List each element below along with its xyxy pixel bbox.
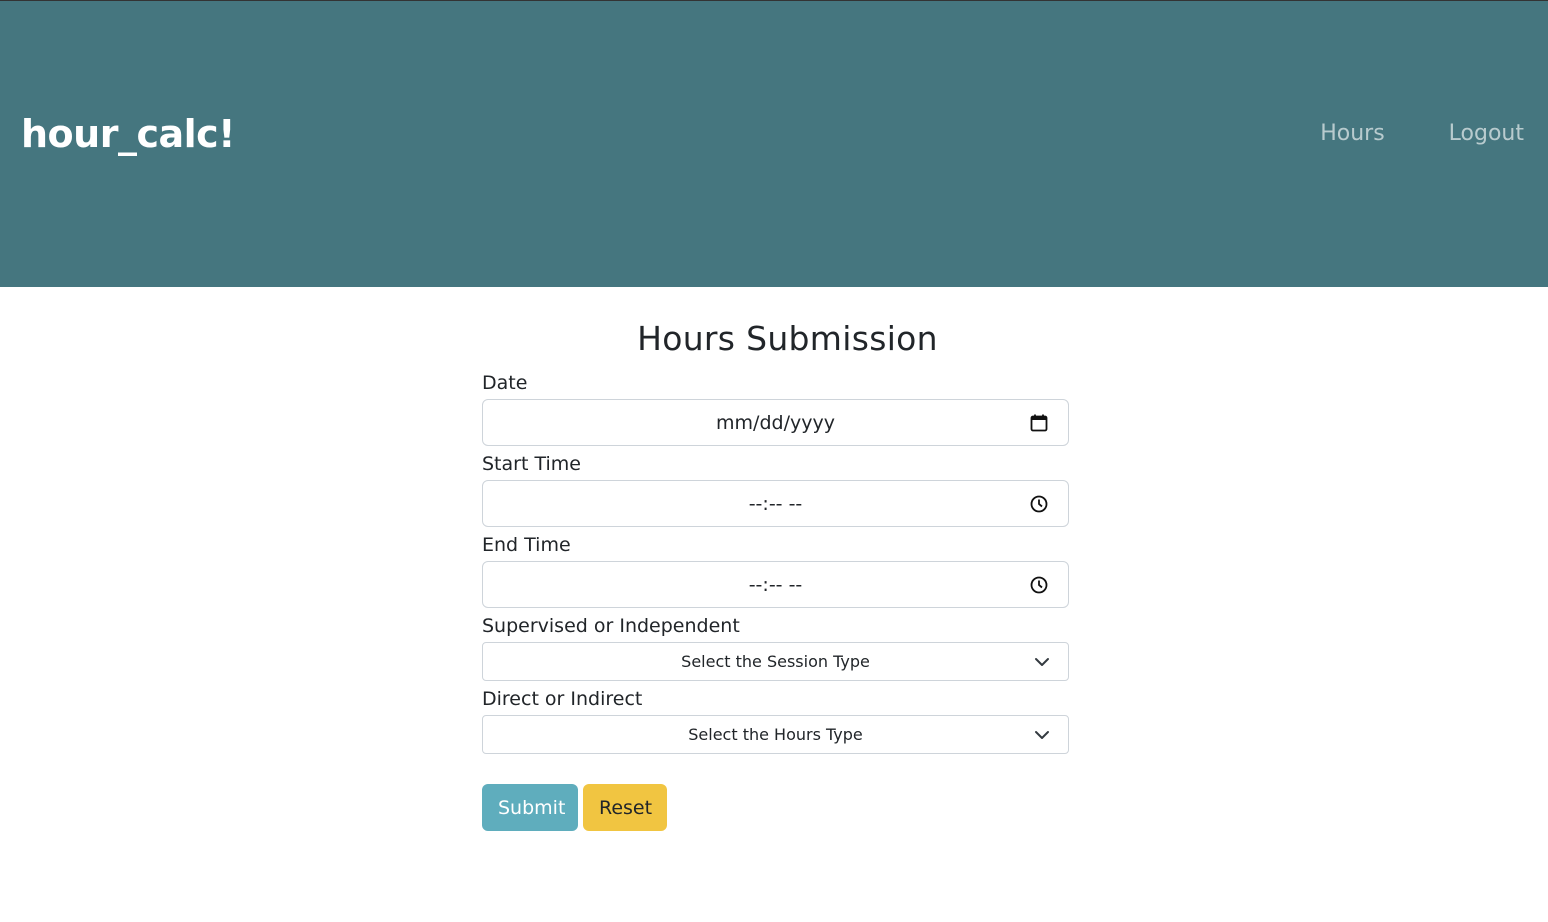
session-type-select[interactable]: Select the Session Type <box>482 642 1069 681</box>
nav-link-logout[interactable]: Logout <box>1449 119 1524 149</box>
navbar: hour_calc! Hours Logout <box>0 0 1548 287</box>
chevron-down-icon <box>1035 730 1049 739</box>
clock-icon[interactable] <box>1029 494 1049 514</box>
reset-button[interactable]: Reset <box>583 784 667 831</box>
session-type-selected: Select the Session Type <box>681 652 870 671</box>
hours-form: Hours Submission Date mm/dd/yyyy Start T… <box>482 318 1069 831</box>
chevron-down-icon <box>1035 657 1049 666</box>
end-time-input[interactable]: --:-- -- <box>482 561 1069 608</box>
start-time-input[interactable]: --:-- -- <box>482 480 1069 527</box>
date-input[interactable]: mm/dd/yyyy <box>482 399 1069 446</box>
hours-type-selected: Select the Hours Type <box>688 725 863 744</box>
nav-links: Hours Logout <box>1320 119 1524 149</box>
hours-type-label: Direct or Indirect <box>482 688 643 710</box>
submit-button[interactable]: Submit <box>482 784 578 831</box>
start-time-label: Start Time <box>482 453 581 475</box>
start-time-placeholder: --:-- -- <box>748 492 803 515</box>
form-buttons: Submit Reset <box>482 784 1069 831</box>
date-placeholder: mm/dd/yyyy <box>716 411 835 434</box>
hours-type-select[interactable]: Select the Hours Type <box>482 715 1069 754</box>
nav-link-hours[interactable]: Hours <box>1320 119 1384 149</box>
clock-icon[interactable] <box>1029 575 1049 595</box>
page-title: Hours Submission <box>637 319 938 358</box>
end-time-label: End Time <box>482 534 571 556</box>
date-label: Date <box>482 372 528 394</box>
session-type-label: Supervised or Independent <box>482 615 740 637</box>
end-time-placeholder: --:-- -- <box>748 573 803 596</box>
brand-logo[interactable]: hour_calc! <box>21 111 236 157</box>
calendar-icon[interactable] <box>1029 413 1049 433</box>
